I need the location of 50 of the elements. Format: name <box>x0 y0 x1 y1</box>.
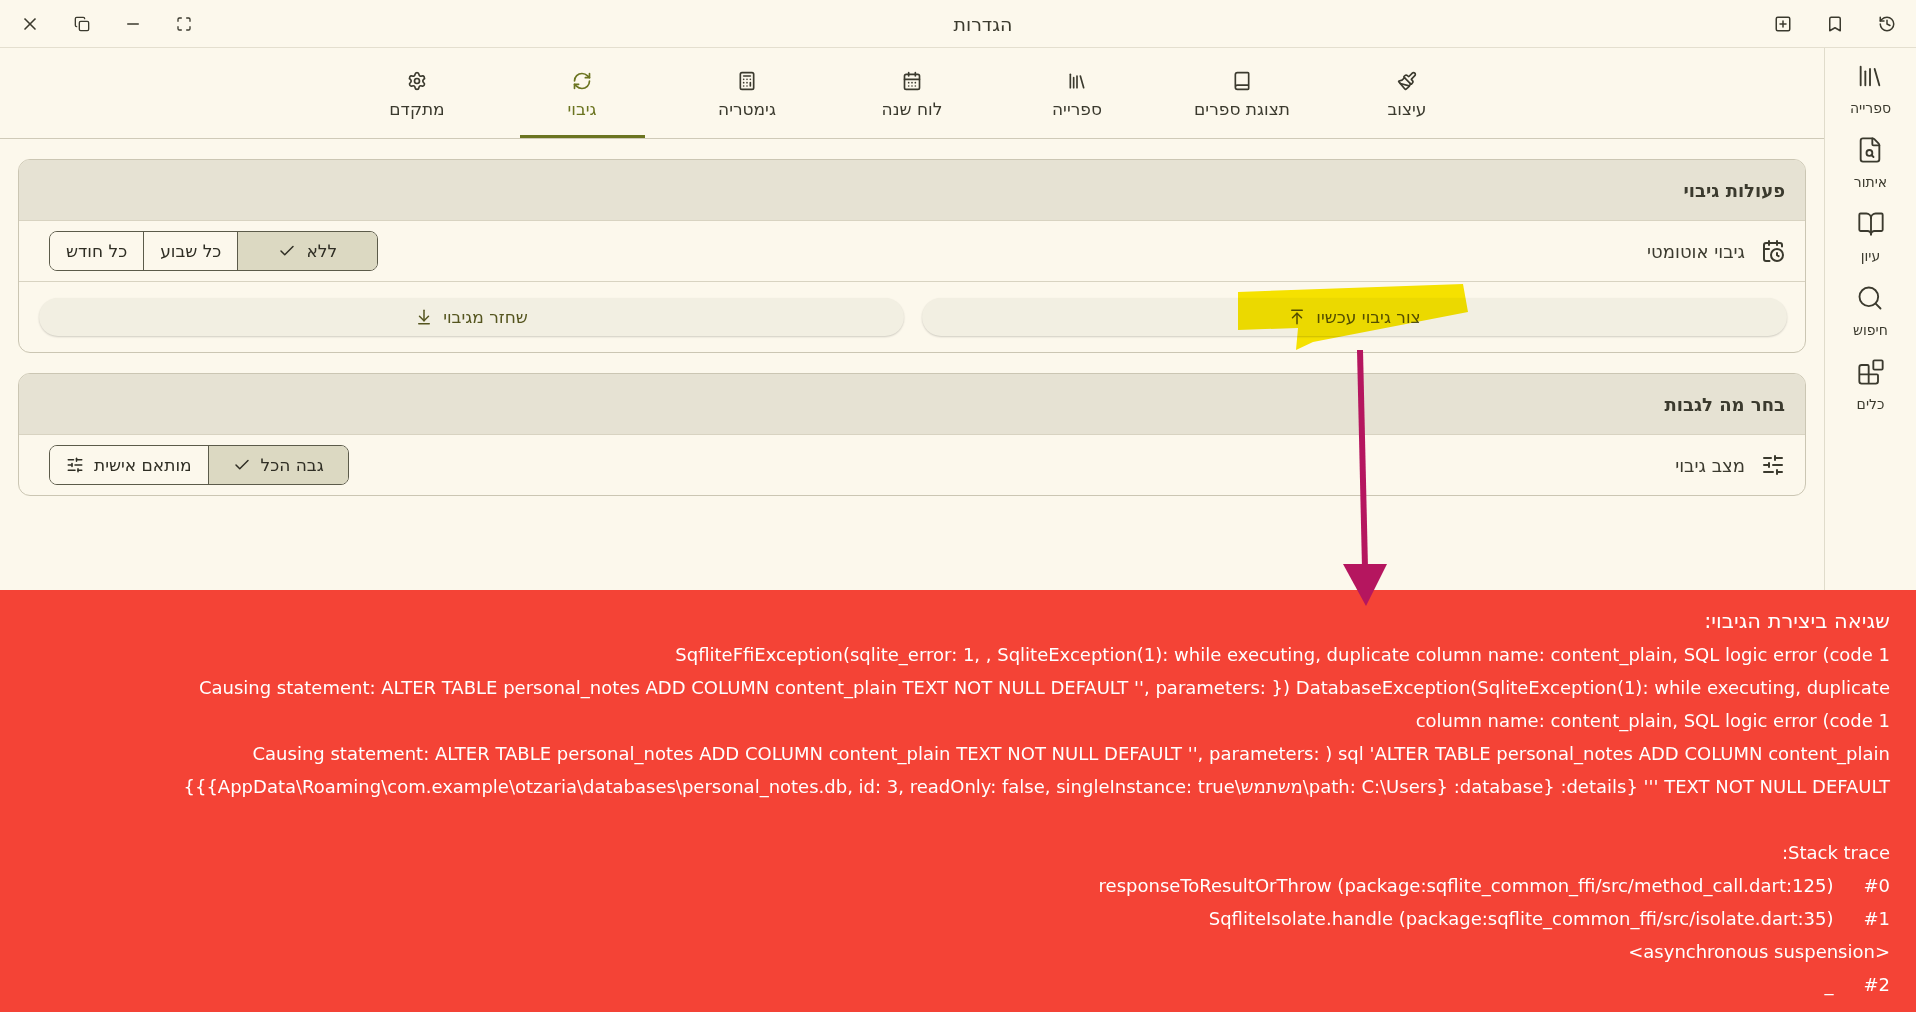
sidebar-item[interactable]: עיון <box>1856 210 1885 264</box>
error-text: {{{AppData\Roaming\com.example\otzaria\databases\personal_notes.db, id: 3, readOnly: false, singleInstance: true\משתמש\path: C:\Users} :database} :details} ''' TEXT NOT NULL DEFAULT <box>183 775 1890 800</box>
calculator-icon <box>737 70 757 91</box>
setting-label: גיבוי אוטומטי <box>1646 240 1745 262</box>
settings-tab[interactable]: לוח שנה <box>849 48 975 138</box>
open-book-icon <box>1856 210 1885 238</box>
sidebar-item[interactable]: כלים <box>1856 358 1885 412</box>
settings-tab[interactable]: עיצוב <box>1344 48 1470 138</box>
segment-option[interactable]: ללא <box>237 232 378 270</box>
stack-frame: responseToResultOrThrow (package:sqflite_common_ffi/src/method_call.dart:125) <box>1098 869 1834 902</box>
card-title: פעולות גיבוי <box>19 160 1805 221</box>
calendar-icon <box>902 70 922 91</box>
settings-icon <box>407 70 427 91</box>
add-tab-icon[interactable] <box>1774 14 1792 33</box>
settings-tab[interactable]: ספרייה <box>1014 48 1140 138</box>
segment-option[interactable]: גבה הכל <box>207 446 348 484</box>
window-title: הגדרות <box>952 12 1014 35</box>
error-title: שגיאה ביצירת הגיבוי: <box>1704 608 1890 635</box>
history-icon[interactable] <box>1878 14 1896 33</box>
sliders-icon <box>1761 453 1785 477</box>
restore-window-icon[interactable] <box>74 15 90 32</box>
settings-tab[interactable]: גיבוי <box>519 48 645 138</box>
paintbrush-icon <box>1397 70 1417 91</box>
frame-index: #2 <box>1863 973 1890 997</box>
error-text: Causing statement: ALTER TABLE personal_notes ADD COLUMN content_plain TEXT NOT NULL DEFAULT '', parameters: ) sql 'ALTER TABLE personal_notes ADD COLUMN content_plain <box>252 742 1890 767</box>
card-title: בחר מה לגבות <box>19 374 1805 435</box>
sidebar-item[interactable]: ספרייה <box>1849 62 1892 116</box>
sidebar-item[interactable]: איתור <box>1853 136 1888 190</box>
error-text: SqfliteFfiException(sqlite_error: 1, , SqliteException(1): while executing, duplicate column name: content_plain, SQL logic error (code 1 <box>675 643 1890 668</box>
frame-index: #1 <box>1863 907 1890 931</box>
stack-trace-title: :Stack trace <box>1781 841 1890 865</box>
error-text: Causing statement: ALTER TABLE personal_notes ADD COLUMN content_plain TEXT NOT NULL DEFAULT '', parameters: }) DatabaseException(SqliteException(1): while executing, duplicate <box>198 676 1890 701</box>
setting-label: מצב גיבוי <box>1674 454 1745 476</box>
book-icon <box>1232 70 1252 91</box>
settings-tab[interactable]: מתקדם <box>354 48 480 138</box>
stack-frame: SqfliteIsolate.handle (package:sqflite_common_ffi/src/isolate.dart:35) <box>1208 902 1834 935</box>
sidebar-item[interactable]: חיפוש <box>1853 284 1888 338</box>
sliders-icon <box>66 456 84 474</box>
error-text: column name: content_plain, SQL logic error (code 1 <box>1415 709 1890 734</box>
refresh-icon <box>572 70 592 91</box>
restore-button[interactable]: שחזר מגיבוי <box>39 298 904 336</box>
calendar-clock-icon <box>1761 239 1785 263</box>
stack-frame: <asynchronous suspension> <box>1628 935 1890 968</box>
frame-index: #0 <box>1863 874 1890 898</box>
settings-tab[interactable]: גימטריה <box>684 48 810 138</box>
blocks-icon <box>1856 358 1885 386</box>
stack-frame: _ <box>1824 968 1834 1001</box>
settings-tab[interactable]: תצוגת ספרים <box>1179 48 1305 138</box>
bookmark-icon[interactable] <box>1826 14 1844 33</box>
fullscreen-icon[interactable] <box>176 15 192 32</box>
